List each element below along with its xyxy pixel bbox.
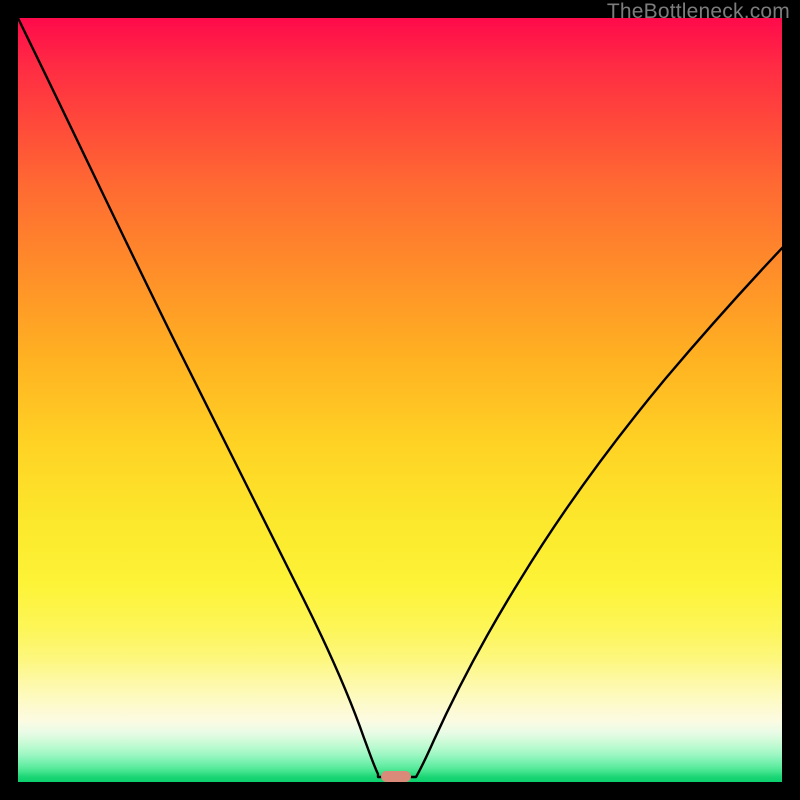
chart-stage: TheBottleneck.com — [0, 0, 800, 800]
optimal-marker — [381, 771, 411, 782]
plot-area — [18, 18, 782, 782]
watermark-text: TheBottleneck.com — [607, 0, 790, 24]
curve-path — [18, 18, 782, 777]
bottleneck-curve — [18, 18, 782, 782]
